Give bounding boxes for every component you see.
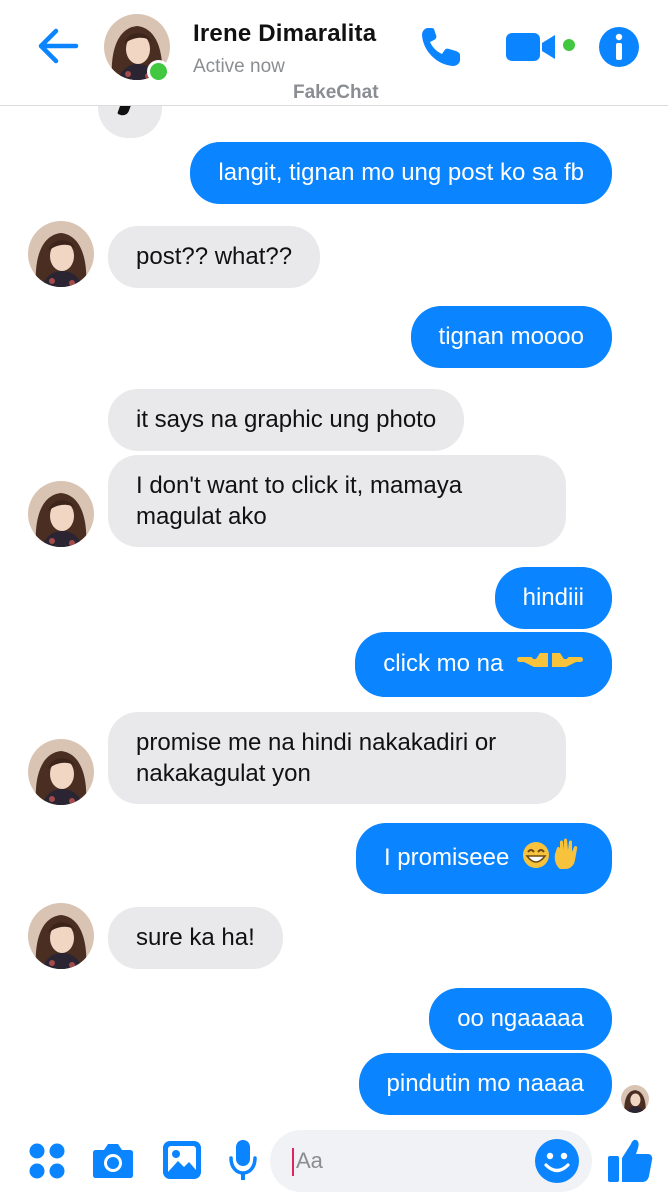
composer-bar [0,1120,668,1200]
pointing-hands-emoji-icon [516,647,584,682]
outgoing-message[interactable]: pindutin mo naaaa [358,1053,612,1115]
smiley-icon[interactable] [534,1138,580,1184]
video-camera-icon[interactable] [505,30,557,64]
grin-raised-hand-emoji-icon [522,838,584,879]
sender-avatar[interactable] [28,739,94,805]
outgoing-message[interactable]: hindiii [494,567,612,629]
camera-icon[interactable] [92,1140,134,1180]
contact-name[interactable]: Irene Dimaralita [193,20,376,48]
microphone-icon[interactable] [228,1138,258,1182]
outgoing-message[interactable]: I promiseee [355,823,612,894]
sender-avatar[interactable] [28,481,94,547]
chat-header: Irene Dimaralita Active now FakeChat [0,0,668,106]
outgoing-message[interactable]: oo ngaaaaa [429,988,612,1050]
active-status: Active now [193,56,285,77]
message-input[interactable] [296,1142,516,1180]
phone-icon[interactable] [418,24,464,70]
incoming-message[interactable]: promise me na hindi nakakadiri or nakaka… [108,712,566,804]
apps-icon[interactable] [28,1142,66,1180]
message-text: click mo na [383,649,504,677]
back-arrow-icon[interactable] [36,26,80,66]
video-online-dot [563,39,575,51]
outgoing-message[interactable]: tignan moooo [410,306,612,368]
incoming-message[interactable]: it says na graphic ung photo [108,389,465,451]
app-watermark: FakeChat [293,82,379,103]
info-icon[interactable] [598,26,640,68]
thumbs-up-icon[interactable] [606,1136,654,1184]
online-indicator [147,60,170,83]
read-receipt-avatar [621,1085,649,1113]
outgoing-message[interactable]: click mo na [355,632,612,697]
message-text: I promiseee [383,843,510,871]
text-cursor [292,1148,294,1176]
sender-avatar[interactable] [28,903,94,969]
message-input-wrapper[interactable] [270,1130,592,1192]
incoming-message[interactable]: post?? what?? [108,226,321,288]
image-icon[interactable] [162,1140,202,1180]
incoming-message[interactable]: sure ka ha! [108,907,283,969]
sender-avatar[interactable] [28,221,94,287]
outgoing-message[interactable]: langit, tignan mo ung post ko sa fb [190,142,612,204]
incoming-message[interactable]: I don't want to click it, mamaya magulat… [108,455,566,547]
